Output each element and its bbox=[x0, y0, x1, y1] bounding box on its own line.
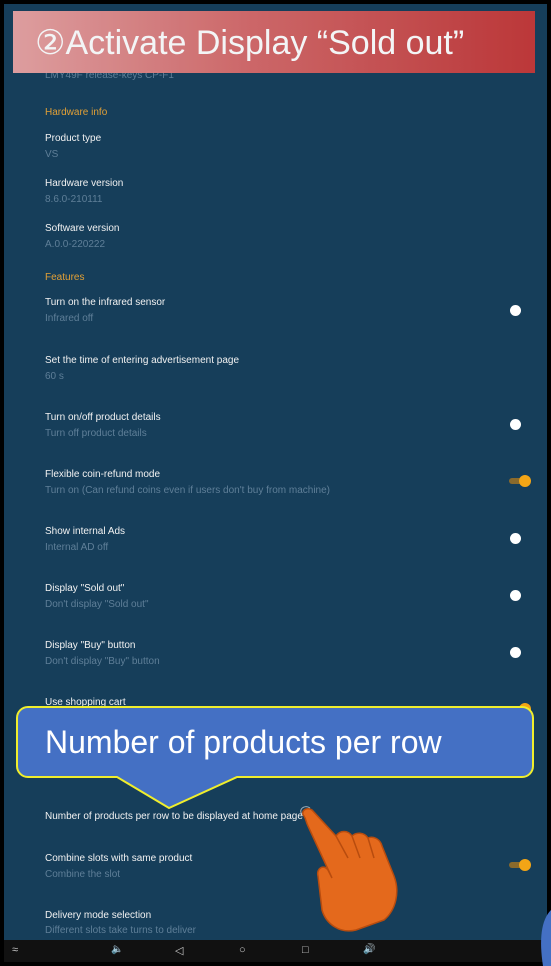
features-section: Features bbox=[45, 272, 85, 283]
callout-pointer bbox=[117, 776, 237, 810]
product-type-title: Product type bbox=[45, 133, 102, 144]
setting-title: Turn on the infrared sensor bbox=[45, 297, 166, 308]
product-details-toggle[interactable] bbox=[510, 419, 521, 430]
setting-title: Flexible coin-refund mode bbox=[45, 469, 161, 480]
setting-title: Number of products per row to be display… bbox=[45, 811, 303, 822]
recents-icon[interactable]: □ bbox=[302, 944, 309, 956]
setting-title: Combine slots with same product bbox=[45, 853, 193, 864]
setting-title: Turn on/off product details bbox=[45, 412, 161, 423]
setting-subtitle: Don't display "Sold out" bbox=[45, 599, 149, 610]
sold-out-toggle[interactable] bbox=[510, 590, 521, 601]
edge-decoration bbox=[541, 910, 551, 966]
volume-up-icon[interactable]: 🔊 bbox=[363, 944, 375, 955]
setting-title: Delivery mode selection bbox=[45, 910, 152, 921]
setting-title: Display "Buy" button bbox=[45, 640, 136, 651]
step-title-banner: ②Activate Display “Sold out” bbox=[13, 11, 535, 73]
software-version-value: A.0.0-220222 bbox=[45, 239, 106, 250]
product-type-value: VS bbox=[45, 149, 59, 160]
volume-down-icon[interactable]: 🔈 bbox=[111, 944, 123, 955]
coin-refund-toggle[interactable] bbox=[509, 475, 531, 487]
setting-title: Set the time of entering advertisement p… bbox=[45, 355, 240, 366]
hardware-version-value: 8.6.0-210111 bbox=[45, 194, 103, 205]
callout-box: Number of products per row bbox=[16, 706, 534, 778]
setting-title: Display "Sold out" bbox=[45, 583, 125, 594]
settings-screen: LMY49F release-keys CP-F1 Hardware info … bbox=[4, 4, 547, 962]
pointing-hand-icon bbox=[300, 806, 398, 932]
callout-text: Number of products per row bbox=[45, 724, 442, 760]
menu-icon[interactable]: ≈ bbox=[12, 944, 18, 956]
home-icon[interactable]: ○ bbox=[239, 944, 246, 956]
setting-subtitle: Different slots take turns to deliver bbox=[45, 925, 196, 936]
setting-subtitle: Internal AD off bbox=[45, 542, 109, 553]
software-version-title: Software version bbox=[45, 223, 120, 234]
setting-subtitle: Infrared off bbox=[45, 313, 94, 324]
internal-ads-toggle[interactable] bbox=[510, 533, 521, 544]
setting-subtitle: Combine the slot bbox=[45, 869, 121, 880]
setting-subtitle: 60 s bbox=[45, 371, 64, 382]
setting-subtitle: Turn off product details bbox=[45, 428, 147, 439]
setting-title: Show internal Ads bbox=[45, 526, 126, 537]
buy-button-toggle[interactable] bbox=[510, 647, 521, 658]
setting-subtitle: Don't display "Buy" button bbox=[45, 656, 160, 667]
infrared-toggle[interactable] bbox=[510, 305, 521, 316]
system-navigation-bar: ≈ 🔈 ◁ ○ □ 🔊 bbox=[4, 940, 547, 962]
step-title-text: ②Activate Display “Sold out” bbox=[35, 24, 465, 62]
hardware-version-title: Hardware version bbox=[45, 178, 124, 189]
combine-slots-toggle[interactable] bbox=[509, 859, 531, 871]
setting-subtitle: Turn on (Can refund coins even if users … bbox=[45, 485, 331, 496]
back-icon[interactable]: ◁ bbox=[175, 944, 183, 957]
hardware-info-section: Hardware info bbox=[45, 107, 108, 118]
